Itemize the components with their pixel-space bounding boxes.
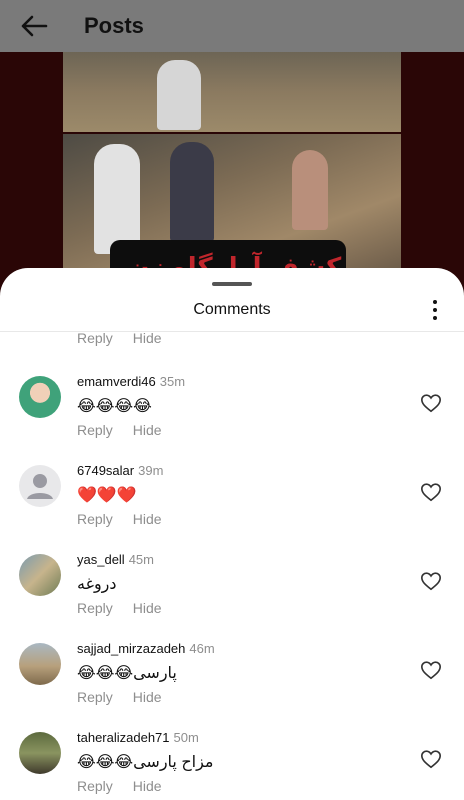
- reply-button[interactable]: Reply: [77, 778, 113, 794]
- reply-button[interactable]: Reply: [77, 330, 113, 346]
- page-title: Posts: [84, 13, 144, 38]
- comment-text: دروغه: [77, 576, 117, 593]
- top-bar: Posts: [0, 0, 464, 52]
- comment-header: taheralizadeh71 50m: [77, 730, 199, 745]
- comments-sheet: Comments Reply Hide emamverdi46 35m 😂😂😂😂 …: [0, 268, 464, 800]
- comment-item: 6749salar 39m ❤️❤️❤️ Reply Hide: [0, 461, 464, 550]
- comment-time: 50m: [173, 730, 199, 745]
- comment-text: پارسی😂😂😂: [77, 665, 177, 682]
- person-figure: [292, 150, 328, 230]
- comment-item: yas_dell 45m دروغه Reply Hide: [0, 550, 464, 639]
- comment-actions: Reply Hide: [77, 422, 162, 438]
- comment-actions: Reply Hide: [77, 689, 162, 705]
- arrow-left-icon[interactable]: [14, 6, 54, 46]
- hide-button[interactable]: Hide: [133, 600, 162, 616]
- comment-header: 6749salar 39m: [77, 463, 163, 478]
- avatar[interactable]: [19, 732, 61, 774]
- comment-header: emamverdi46 35m: [77, 374, 185, 389]
- drag-handle[interactable]: [212, 282, 252, 286]
- reply-button[interactable]: Reply: [77, 422, 113, 438]
- reply-button[interactable]: Reply: [77, 600, 113, 616]
- sheet-header: Comments: [0, 288, 464, 332]
- post-background: Posts کشف آرامگاه زن: [0, 0, 464, 300]
- reply-button[interactable]: Reply: [77, 689, 113, 705]
- comment-username[interactable]: sajjad_mirzazadeh: [77, 641, 185, 656]
- comment-item: emamverdi46 35m 😂😂😂😂 Reply Hide: [0, 372, 464, 461]
- comment-actions: Reply Hide: [77, 778, 162, 794]
- comment-username[interactable]: emamverdi46: [77, 374, 156, 389]
- person-figure: [170, 142, 214, 242]
- heart-icon[interactable]: [420, 392, 442, 414]
- person-figure: [94, 144, 140, 254]
- comment-text: 😂😂😂😂: [77, 398, 152, 415]
- hide-button[interactable]: Hide: [133, 778, 162, 794]
- comment-username[interactable]: 6749salar: [77, 463, 134, 478]
- comment-username[interactable]: yas_dell: [77, 552, 125, 567]
- comment-username[interactable]: taheralizadeh71: [77, 730, 170, 745]
- heart-icon[interactable]: [420, 659, 442, 681]
- person-figure: [157, 60, 201, 130]
- avatar[interactable]: [19, 376, 61, 418]
- heart-icon[interactable]: [420, 748, 442, 770]
- more-vertical-icon[interactable]: [426, 298, 444, 322]
- comment-time: 39m: [138, 463, 164, 478]
- comment-time: 45m: [128, 552, 154, 567]
- comment-header: sajjad_mirzazadeh 46m: [77, 641, 215, 656]
- default-avatar-icon: [27, 474, 53, 499]
- reply-button[interactable]: Reply: [77, 511, 113, 527]
- heart-icon[interactable]: [420, 570, 442, 592]
- hide-button[interactable]: Hide: [133, 422, 162, 438]
- avatar[interactable]: [19, 643, 61, 685]
- avatar[interactable]: [19, 554, 61, 596]
- partial-comment-actions: Reply Hide: [77, 330, 162, 346]
- comment-text: ❤️❤️❤️: [77, 487, 137, 504]
- comment-item: sajjad_mirzazadeh 46m پارسی😂😂😂 Reply Hide: [0, 639, 464, 728]
- heart-icon[interactable]: [420, 481, 442, 503]
- sheet-title: Comments: [193, 300, 271, 318]
- comment-text: مزاح پارسی😂😂😂: [77, 754, 214, 771]
- comment-time: 46m: [189, 641, 215, 656]
- comment-actions: Reply Hide: [77, 600, 162, 616]
- comment-header: yas_dell 45m: [77, 552, 154, 567]
- post-image[interactable]: کشف آرامگاه زن: [0, 52, 464, 300]
- photo-top-section: [63, 52, 401, 132]
- hide-button[interactable]: Hide: [133, 689, 162, 705]
- comment-item: taheralizadeh71 50m مزاح پارسی😂😂😂 Reply H…: [0, 728, 464, 800]
- hide-button[interactable]: Hide: [133, 330, 162, 346]
- comment-time: 35m: [159, 374, 186, 389]
- avatar[interactable]: [19, 465, 61, 507]
- comment-actions: Reply Hide: [77, 511, 162, 527]
- hide-button[interactable]: Hide: [133, 511, 162, 527]
